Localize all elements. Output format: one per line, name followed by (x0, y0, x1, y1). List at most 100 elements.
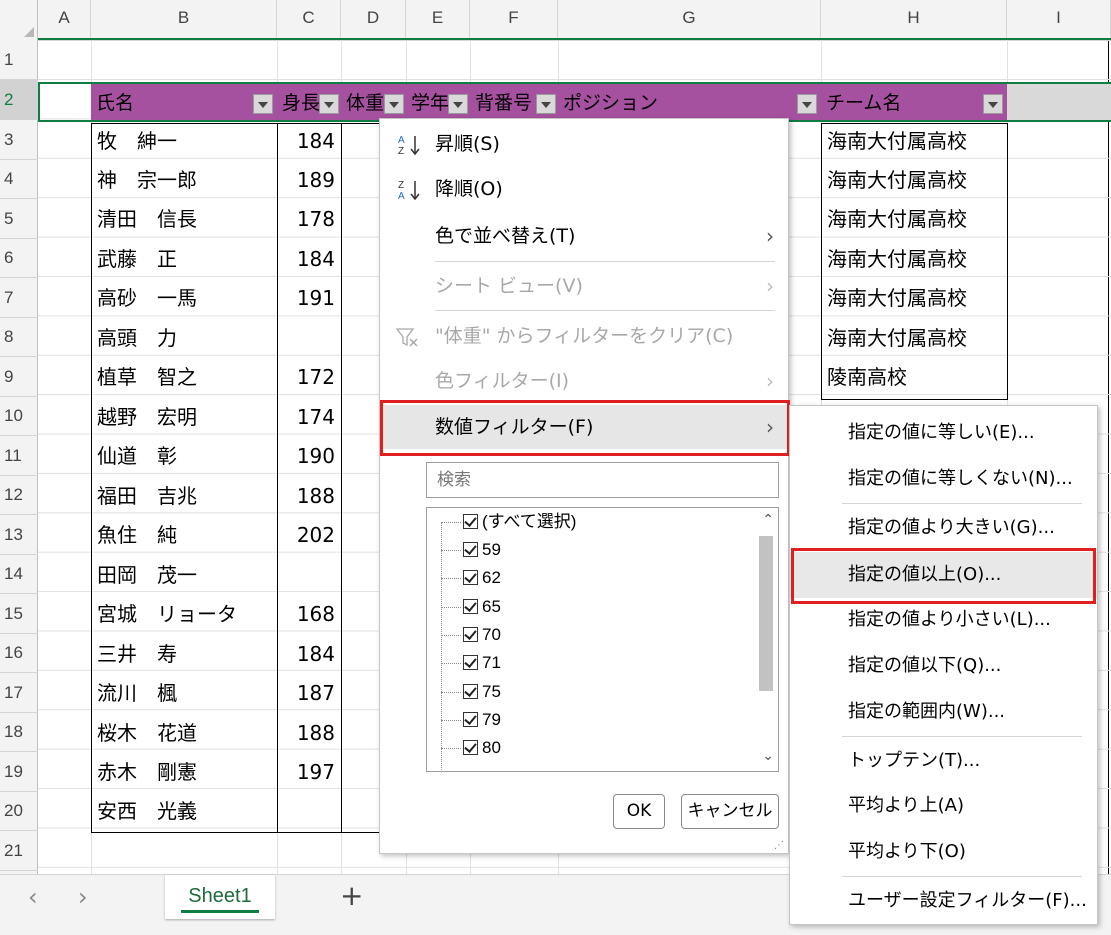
select-all-corner[interactable] (0, 0, 38, 40)
cell-team[interactable]: 海南大付属高校 (821, 240, 973, 279)
cell-name[interactable]: 魚住 純 (91, 516, 183, 555)
row-header[interactable]: 7 (0, 278, 38, 318)
cell-name[interactable]: 赤木 剛憲 (91, 753, 203, 792)
row-header[interactable]: 2 (0, 80, 38, 120)
cell-height[interactable]: 172 (277, 358, 341, 397)
menu-item-sort-ascending[interactable]: AZ 昇順(S) (380, 122, 788, 166)
cell-height[interactable] (277, 319, 341, 358)
column-header-a[interactable]: A (38, 0, 91, 40)
column-header-h[interactable]: H (821, 0, 1007, 40)
cell-name[interactable]: 高砂 一馬 (91, 279, 203, 318)
filter-checkbox-value[interactable]: 65 (463, 593, 501, 621)
row-header[interactable]: 6 (0, 238, 38, 278)
cell-name[interactable]: 仙道 彰 (91, 437, 183, 476)
row-header[interactable]: 5 (0, 199, 38, 239)
ok-button[interactable]: OK (613, 794, 665, 829)
row-header[interactable]: 11 (0, 436, 38, 476)
column-header-i[interactable]: I (1007, 0, 1111, 40)
cell-height[interactable]: 178 (277, 200, 341, 239)
cell-height[interactable]: 190 (277, 437, 341, 476)
column-header-d[interactable]: D (341, 0, 406, 40)
next-sheet-icon[interactable]: › (78, 883, 88, 911)
filter-checkbox-value[interactable]: 70 (463, 621, 501, 649)
sheet-tab-sheet1[interactable]: Sheet1 (165, 875, 275, 919)
row-header[interactable]: 3 (0, 120, 38, 160)
filter-checkbox-value[interactable]: 62 (463, 564, 501, 592)
cell-height[interactable]: 197 (277, 753, 341, 792)
row-header[interactable]: 12 (0, 475, 38, 515)
cell-height[interactable]: 184 (277, 122, 341, 161)
prev-sheet-icon[interactable]: ‹ (28, 883, 38, 911)
list-scrollbar[interactable]: ⌃ ⌄ (756, 508, 778, 771)
cell-name[interactable]: 高頭 力 (91, 319, 183, 358)
cell-name[interactable]: 武藤 正 (91, 240, 183, 279)
cell-height[interactable]: 191 (277, 279, 341, 318)
cell-team[interactable]: 海南大付属高校 (821, 200, 973, 239)
cell-team[interactable]: 陵南高校 (821, 358, 913, 397)
cell-name[interactable]: 福田 吉兆 (91, 477, 203, 516)
row-header[interactable]: 8 (0, 317, 38, 357)
cell-name[interactable]: 宮城 リョータ (91, 595, 243, 634)
cell-name[interactable]: 神 宗一郎 (91, 161, 203, 200)
cell-height[interactable]: 202 (277, 516, 341, 555)
column-header-f[interactable]: F (470, 0, 558, 40)
cell-height[interactable]: 184 (277, 240, 341, 279)
filter-checkbox-value[interactable]: 59 (463, 536, 501, 564)
scroll-down-icon[interactable]: ⌄ (762, 748, 774, 764)
cell-team[interactable]: 海南大付属高校 (821, 161, 973, 200)
cell-name[interactable]: 植草 智之 (91, 358, 203, 397)
submenu-item-above-average[interactable]: 平均より上(A) (790, 783, 1097, 829)
cell-height[interactable]: 187 (277, 674, 341, 713)
row-header[interactable]: 21 (0, 831, 38, 871)
cell-name[interactable]: 三井 寿 (91, 635, 183, 674)
filter-value-list[interactable]: (すべて選択) 59 62 65 70 71 75 79 80 ⌃ ⌄ (426, 507, 779, 772)
row-header[interactable]: 13 (0, 515, 38, 555)
cancel-button[interactable]: キャンセル (681, 794, 779, 829)
scrollbar-thumb[interactable] (759, 536, 773, 691)
row-header[interactable]: 18 (0, 712, 38, 752)
filter-checkbox-select-all[interactable]: (すべて選択) (463, 508, 576, 536)
menu-item-sort-descending[interactable]: ZA 降順(O) (380, 167, 788, 211)
filter-search-input[interactable]: 検索 (426, 462, 779, 498)
filter-checkbox-value[interactable]: 79 (463, 706, 501, 734)
cell-height[interactable]: 168 (277, 595, 341, 634)
submenu-item-below-average[interactable]: 平均より下(O) (790, 829, 1097, 875)
cell-team[interactable]: 海南大付属高校 (821, 279, 973, 318)
submenu-item-equals[interactable]: 指定の値に等しい(E)... (790, 410, 1097, 456)
filter-checkbox-value[interactable]: 71 (463, 649, 501, 677)
resize-grip-icon[interactable]: ⋰ (774, 840, 784, 851)
cell-height[interactable]: 188 (277, 714, 341, 753)
row-header[interactable]: 20 (0, 791, 38, 831)
scroll-up-icon[interactable]: ⌃ (762, 512, 774, 528)
submenu-item-not-equals[interactable]: 指定の値に等しくない(N)... (790, 456, 1097, 502)
row-header[interactable]: 14 (0, 554, 38, 594)
cell-height[interactable] (277, 556, 341, 595)
submenu-item-top-ten[interactable]: トップテン(T)... (790, 738, 1097, 784)
cell-name[interactable]: 牧 紳一 (91, 122, 183, 161)
row-header[interactable]: 4 (0, 159, 38, 199)
cell-team[interactable]: 海南大付属高校 (821, 319, 973, 358)
cell-name[interactable]: 安西 光義 (91, 792, 203, 831)
filter-checkbox-value[interactable]: 75 (463, 678, 501, 706)
row-header[interactable]: 19 (0, 752, 38, 792)
menu-item-sort-by-color[interactable]: 色で並べ替え(T) › (380, 214, 788, 258)
cell-height[interactable]: 174 (277, 398, 341, 437)
filter-checkbox-value[interactable]: 80 (463, 734, 501, 762)
cell-height[interactable] (277, 792, 341, 831)
column-header-e[interactable]: E (406, 0, 470, 40)
row-header[interactable]: 1 (0, 40, 38, 80)
submenu-item-greater-than[interactable]: 指定の値より大きい(G)... (790, 505, 1097, 551)
cell-height[interactable]: 184 (277, 635, 341, 674)
submenu-item-between[interactable]: 指定の範囲内(W)... (790, 689, 1097, 735)
row-header[interactable]: 10 (0, 396, 38, 436)
cell-team[interactable]: 海南大付属高校 (821, 122, 973, 161)
column-header-b[interactable]: B (91, 0, 277, 40)
row-header[interactable]: 16 (0, 633, 38, 673)
cell-name[interactable]: 流川 楓 (91, 674, 183, 713)
row-header[interactable]: 17 (0, 673, 38, 713)
row-header[interactable]: 15 (0, 594, 38, 634)
column-header-c[interactable]: C (277, 0, 341, 40)
cell-height[interactable]: 189 (277, 161, 341, 200)
cell-name[interactable]: 越野 宏明 (91, 398, 203, 437)
cell-name[interactable]: 田岡 茂一 (91, 556, 203, 595)
